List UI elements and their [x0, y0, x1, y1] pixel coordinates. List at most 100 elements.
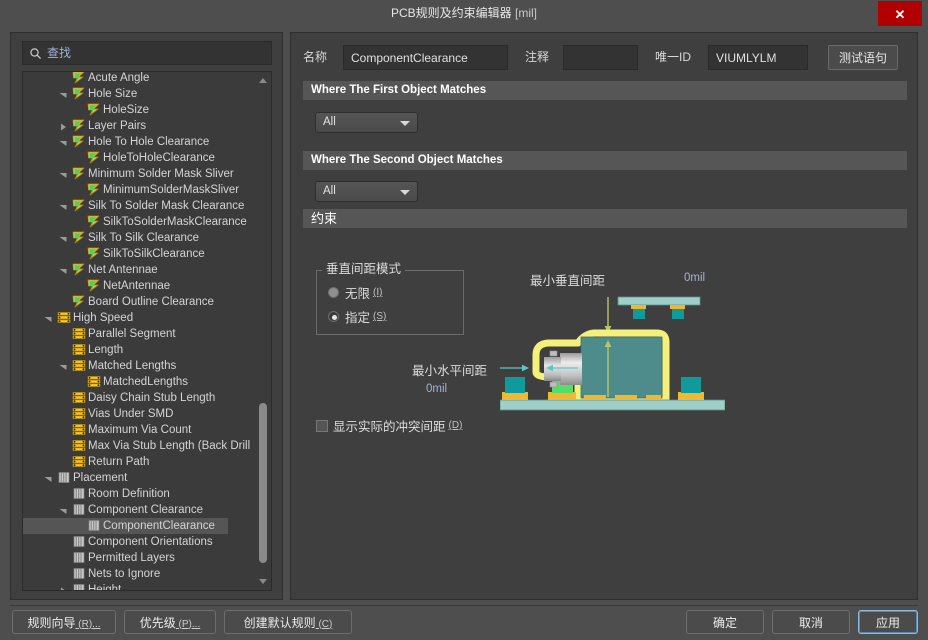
tree-item-board-outline-clearance[interactable]: Board Outline Clearance — [23, 294, 257, 310]
tree-item-label: Maximum Via Count — [88, 424, 192, 436]
second-object-scope-dropdown[interactable]: All — [315, 181, 418, 202]
highspeed-icon — [72, 343, 86, 357]
clearance-icon — [87, 279, 101, 293]
tree-item-layer-pairs[interactable]: Layer Pairs — [23, 118, 257, 134]
tree-item-silk-to-solder-mask-clearance[interactable]: Silk To Solder Mask Clearance — [23, 198, 257, 214]
tree-item-minimumsoldermasksliver[interactable]: MinimumSolderMaskSliver — [23, 182, 257, 198]
chevron-collapsed-icon[interactable] — [58, 582, 68, 590]
name-input[interactable] — [343, 45, 508, 70]
placement-icon — [72, 567, 86, 581]
radio-specified[interactable]: 指定 (S) — [328, 307, 386, 326]
show-actual-clearance-checkbox[interactable]: 显示实际的冲突间距 (D) — [316, 416, 462, 435]
chevron-expanded-icon[interactable] — [58, 230, 68, 246]
tree-item-hole-size[interactable]: Hole Size — [23, 86, 257, 102]
highspeed-icon — [57, 311, 71, 325]
tree-item-nets-to-ignore[interactable]: Nets to Ignore — [23, 566, 257, 582]
tree-item-label: HoleSize — [103, 104, 150, 116]
scroll-up-icon[interactable] — [256, 73, 270, 88]
chevron-expanded-icon[interactable] — [58, 502, 68, 518]
tree-scrollbar[interactable] — [256, 73, 270, 589]
chevron-expanded-icon[interactable] — [58, 86, 68, 102]
tree-item-net-antennae[interactable]: Net Antennae — [23, 262, 257, 278]
tree-item-label: SilkToSolderMaskClearance — [103, 216, 247, 228]
chevron-expanded-icon[interactable] — [58, 262, 68, 278]
chevron-collapsed-icon[interactable] — [58, 118, 68, 134]
search-input[interactable]: 查找 — [47, 46, 71, 60]
tree-item-parallel-segment[interactable]: Parallel Segment — [23, 326, 257, 342]
clearance-icon — [72, 72, 86, 85]
chevron-expanded-icon[interactable] — [58, 358, 68, 374]
highspeed-icon — [72, 423, 86, 437]
tree-item-label: Max Via Stub Length (Back Drill — [88, 440, 251, 452]
unique-id-input[interactable] — [708, 45, 808, 70]
tree-node-list: Acute Angle Hole Size HoleSize Layer Pairs H… — [23, 72, 257, 590]
tree-item-silktosilkclearance[interactable]: SilkToSilkClearance — [23, 246, 257, 262]
highspeed-icon — [72, 455, 86, 469]
search-box[interactable]: 查找 — [22, 41, 272, 65]
radio-infinite[interactable]: 无限 (I) — [328, 283, 382, 302]
chevron-expanded-icon[interactable] — [58, 134, 68, 150]
tree-item-permitted-layers[interactable]: Permitted Layers — [23, 550, 257, 566]
first-object-scope-dropdown[interactable]: All — [315, 112, 418, 133]
clearance-icon — [72, 199, 86, 213]
tree-item-component-orientations[interactable]: Component Orientations — [23, 534, 257, 550]
radio-specified-marker — [328, 311, 339, 322]
tree-item-component-clearance[interactable]: Component Clearance — [23, 502, 257, 518]
chevron-expanded-icon[interactable] — [58, 198, 68, 214]
footer-bar: 规则向导 (R)... 优先级 (P)... 创建默认规则 (C) 确定 取消 应用 — [0, 605, 928, 640]
scrollbar-thumb[interactable] — [259, 403, 267, 563]
tree-item-hole-to-hole-clearance[interactable]: Hole To Hole Clearance — [23, 134, 257, 150]
clearance-icon — [87, 151, 101, 165]
tree-item-holesize[interactable]: HoleSize — [23, 102, 257, 118]
tree-item-height[interactable]: Height — [23, 582, 257, 590]
tree-item-daisy-chain-stub-length[interactable]: Daisy Chain Stub Length — [23, 390, 257, 406]
tree-item-minimum-solder-mask-sliver[interactable]: Minimum Solder Mask Sliver — [23, 166, 257, 182]
tree-item-label: Hole To Hole Clearance — [88, 136, 210, 148]
close-icon[interactable]: ✕ — [878, 1, 922, 26]
tree-scrollport: Acute Angle Hole Size HoleSize Layer Pairs H… — [23, 72, 257, 590]
footer-button-label: 优先级 — [139, 615, 176, 630]
comment-input[interactable] — [563, 45, 638, 70]
tree-item-label: Return Path — [88, 456, 150, 468]
tree-item-label: SilkToSilkClearance — [103, 248, 205, 260]
tree-item-room-definition[interactable]: Room Definition — [23, 486, 257, 502]
tree-item-holetoholeclearance[interactable]: HoleToHoleClearance — [23, 150, 257, 166]
tree-item-vias-under-smd[interactable]: Vias Under SMD — [23, 406, 257, 422]
tree-item-silktosoldermaskclearance[interactable]: SilkToSolderMaskClearance — [23, 214, 257, 230]
footer-button-2[interactable]: 优先级 (P)... — [124, 610, 216, 634]
tree-item-placement[interactable]: Placement — [23, 470, 257, 486]
tree-item-silk-to-silk-clearance[interactable]: Silk To Silk Clearance — [23, 230, 257, 246]
tree-item-label: Component Clearance — [88, 504, 204, 516]
footer-cancel-button[interactable]: 取消 — [772, 610, 850, 634]
footer-button-1[interactable]: 规则向导 (R)... — [12, 610, 116, 634]
footer-apply-button[interactable]: 应用 — [858, 610, 918, 634]
tree-item-acute-angle[interactable]: Acute Angle — [23, 72, 257, 86]
test-query-button[interactable]: 测试语句 — [828, 45, 898, 70]
rules-tree[interactable]: Acute Angle Hole Size HoleSize Layer Pairs H… — [22, 71, 272, 591]
tree-item-matchedlengths[interactable]: MatchedLengths — [23, 374, 257, 390]
footer-ok-button[interactable]: 确定 — [686, 610, 764, 634]
tree-item-high-speed[interactable]: High Speed — [23, 310, 257, 326]
tree-item-componentclearance[interactable]: ComponentClearance — [23, 518, 229, 534]
search-icon — [29, 47, 42, 60]
tree-item-matched-lengths[interactable]: Matched Lengths — [23, 358, 257, 374]
footer-button-3[interactable]: 创建默认规则 (C) — [224, 610, 352, 634]
tree-item-length[interactable]: Length — [23, 342, 257, 358]
min-horizontal-value[interactable]: 0mil — [426, 383, 447, 395]
tree-item-max-via-stub-length-back-drill[interactable]: Max Via Stub Length (Back Drill — [23, 438, 257, 454]
scroll-down-icon[interactable] — [256, 574, 270, 589]
tree-item-return-path[interactable]: Return Path — [23, 454, 257, 470]
chevron-expanded-icon[interactable] — [58, 166, 68, 182]
first-object-section-header: Where The First Object Matches — [303, 81, 907, 100]
tree-item-label: Length — [88, 344, 124, 356]
highspeed-icon — [72, 407, 86, 421]
clearance-icon — [87, 215, 101, 229]
highspeed-icon — [72, 391, 86, 405]
clearance-icon — [87, 103, 101, 117]
tree-item-maximum-via-count[interactable]: Maximum Via Count — [23, 422, 257, 438]
chevron-expanded-icon[interactable] — [43, 470, 53, 486]
clearance-icon — [72, 231, 86, 245]
tree-item-netantennae[interactable]: NetAntennae — [23, 278, 257, 294]
tree-item-label: Silk To Silk Clearance — [88, 232, 200, 244]
chevron-expanded-icon[interactable] — [43, 310, 53, 326]
